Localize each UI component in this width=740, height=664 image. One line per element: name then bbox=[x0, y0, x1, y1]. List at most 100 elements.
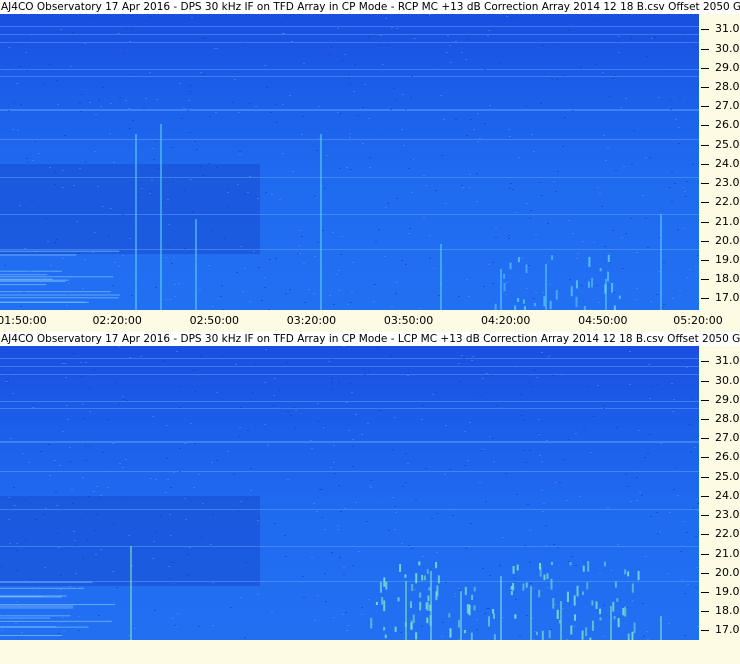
noise-speckle bbox=[275, 104, 277, 105]
noise-speckle bbox=[201, 537, 203, 538]
noise-speckle bbox=[473, 129, 475, 130]
emission-burst bbox=[556, 609, 559, 619]
y-tick-label: 26.0 bbox=[701, 451, 740, 463]
noise-speckle bbox=[258, 518, 260, 519]
noise-speckle bbox=[301, 134, 303, 135]
noise-speckle bbox=[449, 469, 451, 470]
emission-burst bbox=[604, 284, 607, 294]
noise-speckle bbox=[71, 489, 73, 490]
noise-speckle bbox=[129, 128, 131, 129]
noise-speckle bbox=[607, 147, 609, 148]
noise-speckle bbox=[222, 309, 224, 310]
noise-speckle bbox=[394, 506, 396, 507]
noise-speckle bbox=[184, 248, 186, 249]
noise-speckle bbox=[255, 106, 257, 107]
noise-speckle bbox=[112, 443, 114, 444]
noise-speckle bbox=[373, 301, 375, 302]
noise-speckle bbox=[625, 98, 627, 99]
noise-speckle bbox=[603, 408, 605, 409]
noise-speckle bbox=[331, 382, 333, 383]
noise-speckle bbox=[313, 293, 315, 294]
noise-speckle bbox=[239, 154, 241, 155]
noise-speckle bbox=[543, 34, 545, 35]
emission-burst bbox=[569, 561, 572, 566]
noise-speckle bbox=[92, 252, 94, 253]
noise-speckle bbox=[89, 102, 91, 103]
noise-speckle bbox=[669, 100, 671, 101]
noise-speckle bbox=[279, 199, 281, 200]
noise-speckle bbox=[642, 195, 644, 196]
noise-speckle bbox=[677, 495, 679, 496]
emission-burst bbox=[426, 601, 429, 611]
noise-speckle bbox=[212, 306, 214, 307]
noise-speckle bbox=[156, 532, 158, 533]
noise-speckle bbox=[57, 533, 59, 534]
emission-burst bbox=[404, 622, 407, 627]
noise-speckle bbox=[315, 197, 317, 198]
noise-speckle bbox=[79, 168, 81, 169]
noise-speckle bbox=[326, 155, 328, 156]
emission-streak bbox=[610, 606, 612, 642]
emission-burst bbox=[587, 281, 590, 288]
noise-speckle bbox=[374, 284, 376, 285]
noise-speckle bbox=[85, 446, 87, 447]
noise-speckle bbox=[237, 184, 239, 185]
emission-burst bbox=[614, 581, 617, 588]
noise-speckle bbox=[538, 419, 540, 420]
noise-speckle bbox=[126, 400, 128, 401]
noise-speckle bbox=[20, 306, 22, 307]
noise-speckle bbox=[190, 423, 192, 424]
noise-speckle bbox=[16, 83, 18, 84]
x-tick-label: 04:20:00 bbox=[481, 314, 531, 327]
noise-speckle bbox=[184, 498, 186, 499]
emission-burst bbox=[517, 257, 520, 263]
emission-burst bbox=[381, 597, 384, 605]
noise-speckle bbox=[651, 38, 653, 39]
noise-speckle bbox=[576, 258, 578, 259]
noise-speckle bbox=[273, 405, 275, 406]
noise-speckle bbox=[515, 599, 517, 600]
noise-speckle bbox=[16, 543, 18, 544]
noise-speckle bbox=[670, 109, 672, 110]
interference-line bbox=[0, 26, 699, 27]
emission-burst bbox=[603, 561, 606, 567]
y-tick-label: 25.0 bbox=[701, 138, 740, 151]
noise-speckle bbox=[590, 452, 592, 453]
noise-speckle bbox=[311, 448, 313, 449]
emission-burst bbox=[550, 561, 553, 565]
emission-burst bbox=[582, 565, 585, 572]
noise-speckle bbox=[537, 433, 539, 434]
noise-speckle bbox=[689, 424, 691, 425]
noise-speckle bbox=[310, 440, 312, 441]
noise-speckle bbox=[563, 75, 565, 76]
noise-speckle bbox=[171, 562, 173, 563]
noise-speckle bbox=[464, 465, 466, 466]
noise-speckle bbox=[532, 588, 534, 589]
noise-speckle bbox=[338, 382, 340, 383]
noise-speckle bbox=[324, 573, 326, 574]
noise-speckle bbox=[529, 562, 531, 563]
noise-speckle bbox=[82, 288, 84, 289]
noise-speckle bbox=[167, 199, 169, 200]
noise-speckle bbox=[85, 161, 87, 162]
noise-speckle bbox=[165, 257, 167, 258]
x-tick-label: 03:20:00 bbox=[286, 314, 337, 327]
noise-speckle bbox=[184, 190, 186, 191]
emission-burst bbox=[576, 585, 579, 597]
noise-speckle bbox=[407, 375, 409, 376]
noise-speckle bbox=[173, 472, 175, 473]
noise-speckle bbox=[8, 497, 10, 498]
noise-speckle bbox=[336, 274, 338, 275]
noise-speckle bbox=[408, 168, 410, 169]
noise-speckle bbox=[9, 543, 11, 544]
emission-burst bbox=[550, 578, 553, 590]
noise-speckle bbox=[401, 260, 403, 261]
noise-speckle bbox=[650, 301, 652, 302]
noise-speckle bbox=[530, 210, 532, 211]
noise-speckle bbox=[560, 374, 562, 375]
noise-speckle bbox=[671, 201, 673, 202]
noise-speckle bbox=[56, 239, 58, 240]
noise-speckle bbox=[240, 597, 242, 598]
noise-speckle bbox=[94, 232, 96, 233]
x-tick-label: 04:50:00 bbox=[578, 314, 628, 327]
